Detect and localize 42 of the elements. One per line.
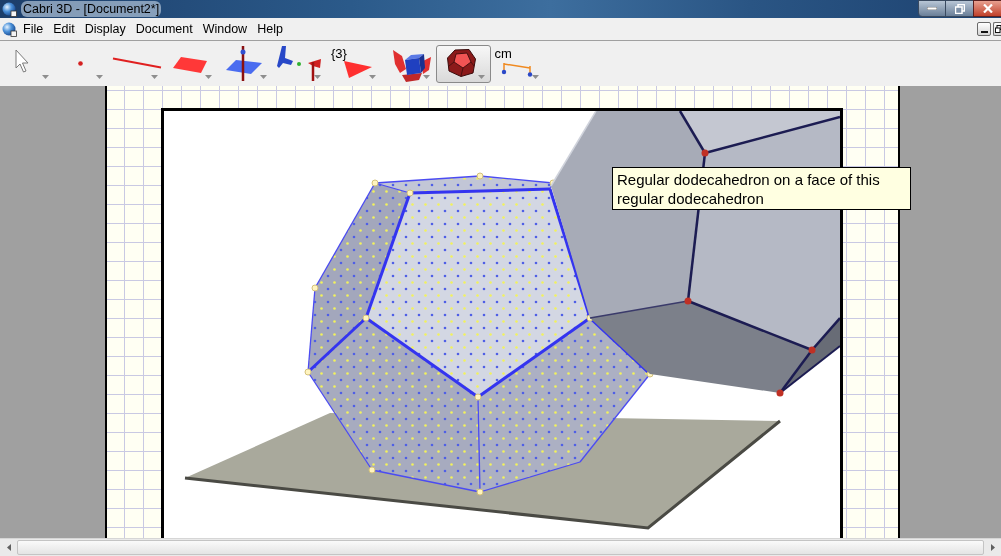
restore-button[interactable] — [993, 22, 1001, 36]
caret-icon — [41, 75, 49, 79]
minimize-icon — [927, 7, 937, 10]
dodecahedron-icon — [447, 49, 476, 77]
menu-item[interactable]: Edit — [48, 20, 80, 38]
restore-button[interactable] — [946, 0, 973, 17]
left-arrow-icon — [6, 544, 11, 551]
arrow-pointer-icon — [15, 49, 29, 73]
measure-icon — [500, 62, 533, 77]
menu-item[interactable]: Window — [197, 20, 253, 38]
regular-polygon-tool[interactable]: {3} — [327, 45, 382, 83]
menu-item[interactable]: Document — [130, 20, 198, 38]
line-icon — [112, 57, 162, 69]
perpendicular-plane-icon — [226, 46, 262, 81]
scrollbar-thumb[interactable] — [17, 540, 984, 555]
caret-icon — [205, 75, 212, 79]
tooltip: Regular dodecahedron on a face of this regular dodecahedron — [612, 167, 911, 210]
minimize-icon — [980, 31, 988, 33]
plane-icon — [172, 57, 207, 73]
caret-icon — [96, 75, 103, 79]
caret-icon — [477, 75, 485, 79]
restore-icon — [954, 3, 965, 14]
caret-icon — [368, 75, 376, 79]
caret-icon — [150, 75, 158, 79]
restore-icon — [995, 25, 1001, 33]
window-title: Cabri 3D - [Document2*] — [21, 1, 162, 17]
close-button[interactable] — [973, 0, 1001, 17]
right-arrow-icon — [990, 544, 995, 551]
close-icon — [982, 4, 993, 13]
triangle-icon — [343, 61, 372, 78]
menu-item[interactable]: File — [18, 20, 49, 38]
menu-item[interactable]: Display — [79, 20, 131, 38]
point-icon — [77, 61, 83, 66]
caret-icon — [259, 75, 267, 79]
minimize-button[interactable] — [977, 22, 991, 36]
menu-item[interactable]: Help — [252, 20, 288, 38]
caret-icon — [314, 75, 321, 79]
measure-tool[interactable]: cm — [490, 45, 545, 83]
cube-net-icon — [392, 48, 431, 83]
axis-point-flag-icon — [274, 46, 322, 81]
polyhedron-tool[interactable] — [436, 45, 491, 83]
caret-icon — [532, 75, 539, 79]
